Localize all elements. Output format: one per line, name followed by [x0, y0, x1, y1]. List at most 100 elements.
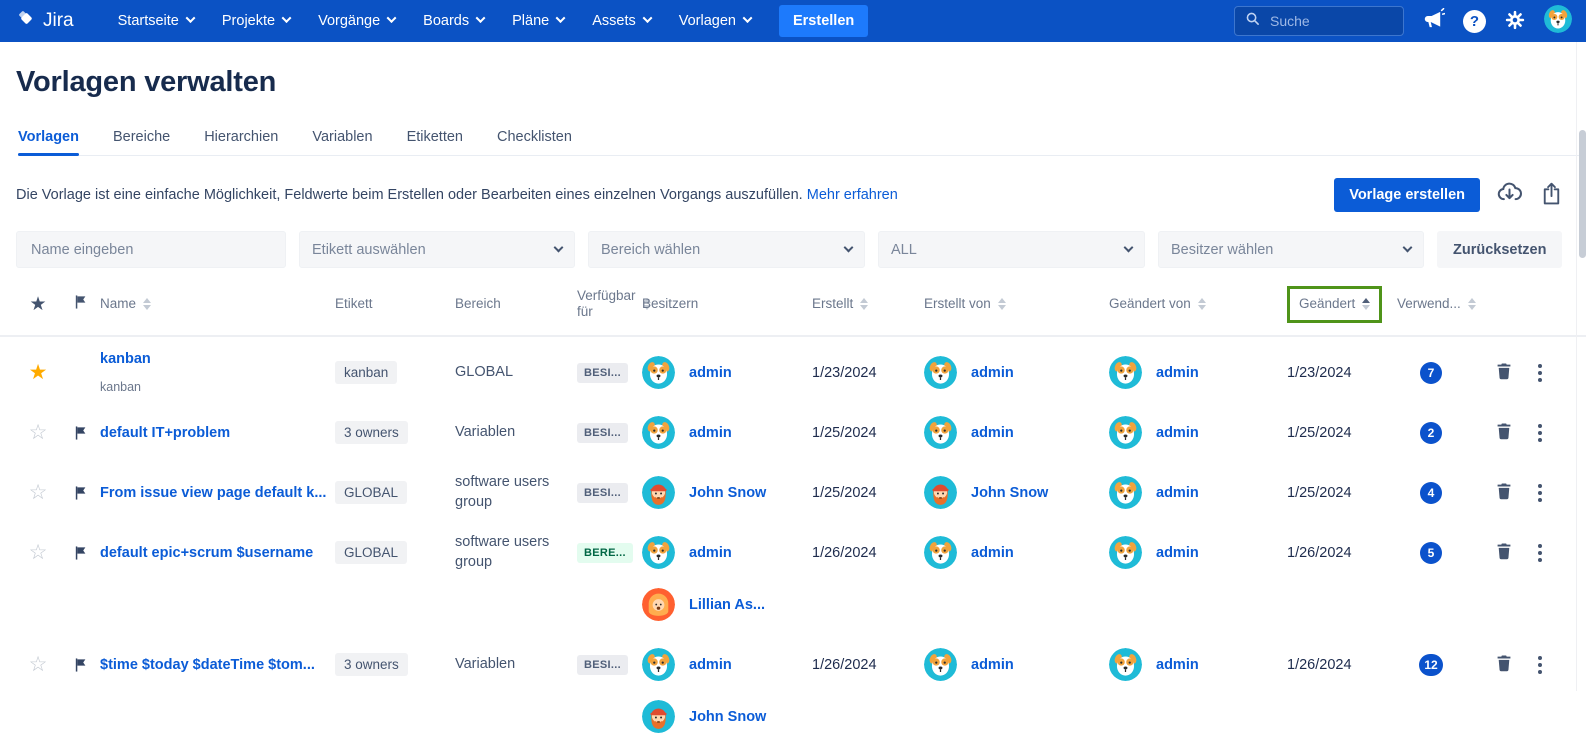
nav-item-boards[interactable]: Boards — [411, 7, 496, 35]
reset-filters-button[interactable]: Zurücksetzen — [1437, 231, 1563, 268]
star-outline-icon[interactable]: ☆ — [29, 420, 48, 445]
owner-link[interactable]: Lillian As... — [689, 597, 765, 613]
owner-item: admin — [642, 407, 812, 459]
modified-by-link[interactable]: admin — [1156, 485, 1199, 501]
flag-icon[interactable] — [73, 425, 88, 441]
delete-button[interactable] — [1495, 422, 1513, 443]
more-actions-button[interactable] — [1535, 653, 1545, 677]
cell-star[interactable]: ☆ — [16, 639, 60, 691]
column-header-modified[interactable]: Geändert — [1287, 286, 1397, 323]
nav-item-vorg-nge[interactable]: Vorgänge — [306, 7, 407, 35]
owner-link[interactable]: admin — [689, 545, 732, 561]
owner-link[interactable]: John Snow — [689, 485, 766, 501]
announcements-button[interactable] — [1422, 7, 1446, 34]
owner-link[interactable]: John Snow — [689, 709, 766, 725]
import-button[interactable] — [1496, 180, 1523, 210]
column-header-used[interactable]: Verwend... — [1397, 296, 1476, 313]
column-header-star[interactable]: ★ — [16, 293, 60, 317]
created-by-link[interactable]: admin — [971, 657, 1014, 673]
owner-link[interactable]: admin — [689, 365, 732, 381]
cell-star[interactable]: ★ — [16, 347, 60, 399]
template-name-link[interactable]: kanban — [100, 351, 335, 367]
name-filter[interactable] — [16, 231, 286, 268]
cell-flag[interactable] — [60, 527, 100, 579]
jira-logo[interactable]: Jira — [16, 8, 74, 35]
availability-chip: BESI... — [577, 654, 628, 675]
tab-vorlagen[interactable]: Vorlagen — [18, 125, 79, 156]
owner-filter-select[interactable]: Besitzer wählen — [1158, 231, 1424, 268]
more-actions-button[interactable] — [1535, 361, 1545, 385]
created-by-link[interactable]: admin — [971, 545, 1014, 561]
tab-checklisten[interactable]: Checklisten — [497, 125, 572, 155]
cell-modified-by: admin — [1109, 407, 1287, 459]
delete-button[interactable] — [1495, 362, 1513, 383]
template-name-link[interactable]: default epic+scrum $username — [100, 545, 335, 561]
create-button[interactable]: Erstellen — [778, 5, 869, 37]
label-filter-select[interactable]: Etikett auswählen — [299, 231, 575, 268]
nav-item-pl-ne[interactable]: Pläne — [500, 7, 576, 35]
modified-by-link[interactable]: admin — [1156, 425, 1199, 441]
cell-usage-count: 2 — [1397, 407, 1465, 459]
nav-item-projekte[interactable]: Projekte — [210, 7, 302, 35]
owner-link[interactable]: admin — [689, 657, 732, 673]
column-header-name[interactable]: Name — [100, 296, 335, 313]
tab-hierarchien[interactable]: Hierarchien — [204, 125, 278, 155]
created-by-link[interactable]: admin — [971, 425, 1014, 441]
column-header-available[interactable]: Verfügbar für — [577, 288, 651, 322]
create-template-button[interactable]: Vorlage erstellen — [1334, 177, 1480, 212]
flag-icon — [73, 294, 88, 315]
settings-button[interactable] — [1504, 9, 1526, 34]
cell-flag[interactable] — [60, 639, 100, 691]
template-name-link[interactable]: default IT+problem — [100, 425, 335, 441]
column-header-created[interactable]: Erstellt — [812, 296, 924, 313]
flag-icon[interactable] — [73, 545, 88, 561]
cell-created-by: admin — [924, 407, 1109, 459]
star-filled-icon[interactable]: ★ — [29, 360, 48, 385]
nav-item-assets[interactable]: Assets — [580, 7, 663, 35]
more-actions-button[interactable] — [1535, 421, 1545, 445]
cell-star[interactable]: ☆ — [16, 527, 60, 579]
delete-button[interactable] — [1495, 654, 1513, 675]
availability-filter-select[interactable]: ALL — [878, 231, 1145, 268]
tab-etiketten[interactable]: Etiketten — [407, 125, 463, 155]
scope-filter-select[interactable]: Bereich wählen — [588, 231, 865, 268]
cloud-download-icon — [1496, 180, 1523, 210]
learn-more-link[interactable]: Mehr erfahren — [807, 187, 898, 203]
tab-bereiche[interactable]: Bereiche — [113, 125, 170, 155]
more-actions-button[interactable] — [1535, 481, 1545, 505]
template-name-link[interactable]: From issue view page default k... — [100, 485, 335, 501]
nav-item-vorlagen[interactable]: Vorlagen — [667, 7, 763, 35]
delete-button[interactable] — [1495, 542, 1513, 563]
more-actions-button[interactable] — [1535, 541, 1545, 565]
column-header-flag[interactable] — [60, 294, 100, 315]
vertical-scrollbar[interactable] — [1576, 42, 1586, 691]
cell-star[interactable]: ☆ — [16, 467, 60, 519]
global-search[interactable] — [1234, 6, 1404, 36]
search-input[interactable] — [1268, 12, 1388, 30]
scrollbar-thumb[interactable] — [1579, 130, 1586, 258]
flag-icon[interactable] — [73, 657, 88, 673]
column-header-created-by[interactable]: Erstellt von — [924, 296, 1109, 313]
modified-by-link[interactable]: admin — [1156, 657, 1199, 673]
star-outline-icon[interactable]: ☆ — [29, 652, 48, 677]
created-by-link[interactable]: John Snow — [971, 485, 1048, 501]
help-button[interactable]: ? — [1463, 9, 1486, 33]
modified-by-link[interactable]: admin — [1156, 365, 1199, 381]
cell-flag[interactable] — [60, 467, 100, 519]
delete-button[interactable] — [1495, 482, 1513, 503]
modified-by-link[interactable]: admin — [1156, 545, 1199, 561]
template-name-link[interactable]: $time $today $dateTime $tom... — [100, 657, 335, 673]
created-by-link[interactable]: admin — [971, 365, 1014, 381]
name-filter-input[interactable] — [29, 240, 273, 259]
user-avatar[interactable] — [1544, 4, 1572, 38]
cell-flag[interactable] — [60, 407, 100, 459]
nav-item-startseite[interactable]: Startseite — [106, 7, 206, 35]
star-outline-icon[interactable]: ☆ — [29, 480, 48, 505]
column-header-modified-by[interactable]: Geändert von — [1109, 296, 1287, 313]
flag-icon[interactable] — [73, 485, 88, 501]
tab-variablen[interactable]: Variablen — [312, 125, 372, 155]
cell-star[interactable]: ☆ — [16, 407, 60, 459]
owner-link[interactable]: admin — [689, 425, 732, 441]
star-outline-icon[interactable]: ☆ — [29, 540, 48, 565]
export-button[interactable] — [1539, 181, 1564, 209]
